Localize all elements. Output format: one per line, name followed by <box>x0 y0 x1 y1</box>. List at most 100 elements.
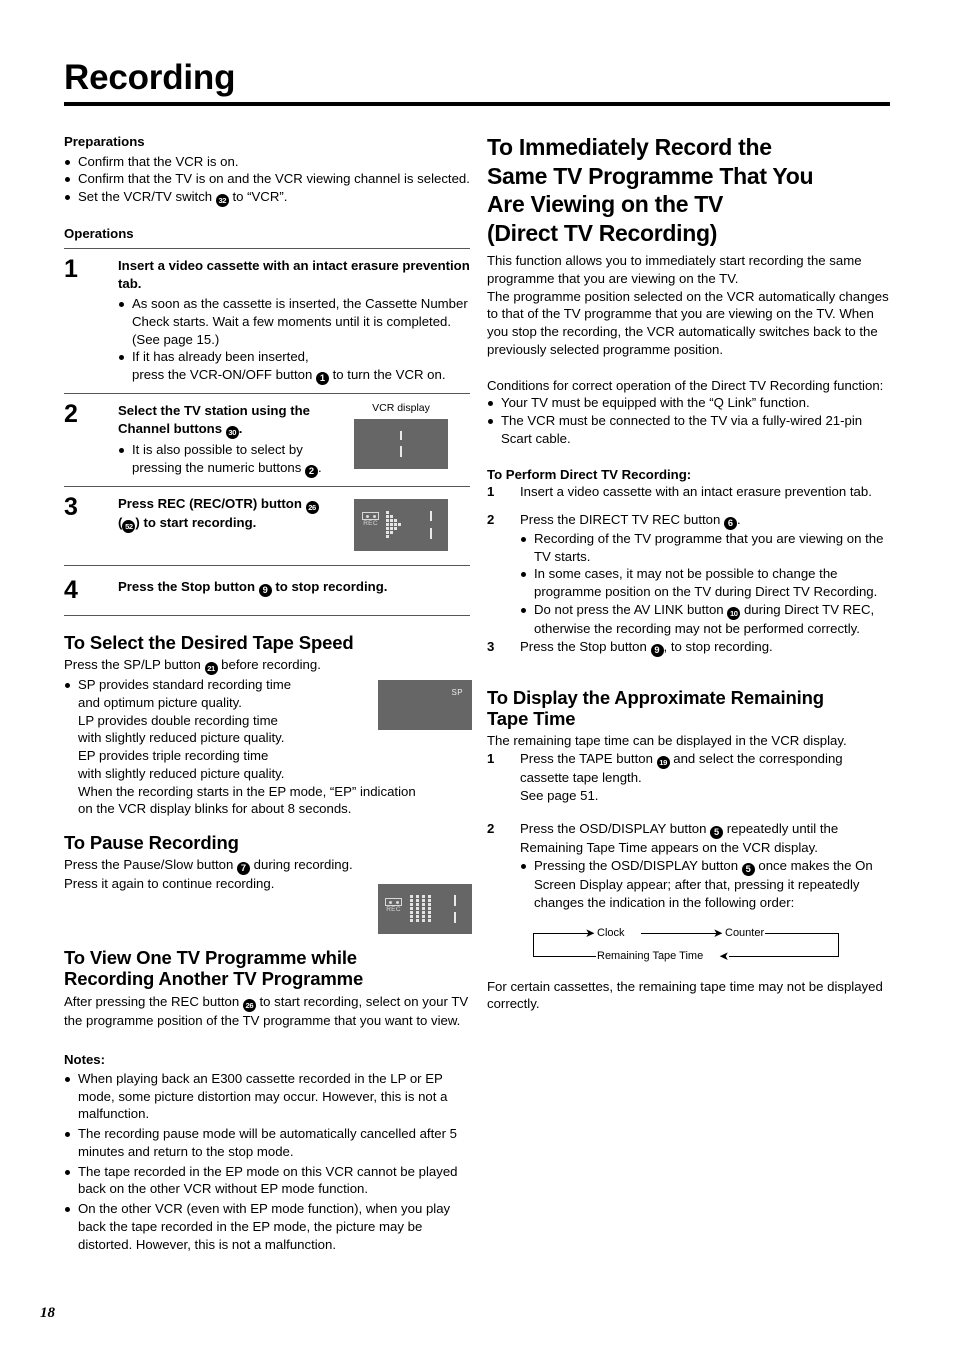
list-item: Set the VCR/TV switch 32 to “VCR”. <box>64 188 470 208</box>
step-number: 1 <box>487 484 495 500</box>
direct-tv-heading: To Immediately Record the Same TV Progra… <box>487 134 814 246</box>
view-one-heading: To View One TV Programme while Recording… <box>64 947 364 990</box>
step-number: 3 <box>64 493 78 521</box>
step-2: 2 Select the TV station using the Channe… <box>64 394 470 486</box>
list-item: If it has already been inserted, press th… <box>118 348 470 386</box>
step-number: 1 <box>487 750 495 766</box>
step-number: 2 <box>487 821 495 837</box>
button-ref-21: 21 <box>204 662 218 676</box>
notes-list: When playing back an E300 cassette recor… <box>64 1070 470 1254</box>
diagram-top-mid-line <box>641 932 719 935</box>
diagram-label-clock: Clock <box>596 926 626 939</box>
diagram-top-right-line <box>761 932 839 935</box>
step-content: Press REC (REC/OTR) button 26(52) to sta… <box>118 495 348 533</box>
arrow-to-remaining-icon: ➤ <box>719 948 730 963</box>
list-item: In some cases, it may not be possible to… <box>520 565 890 601</box>
step-content: Press the Stop button 9 to stop recordin… <box>118 578 470 597</box>
vcr-display-panel <box>354 418 448 469</box>
step-text: Press the OSD/DISPLAY button 5 repeatedl… <box>520 821 839 856</box>
list-item: On the other VCR (even with EP mode func… <box>64 1200 470 1253</box>
step-bullets: It is also possible to select by pressin… <box>118 441 348 478</box>
remaining-time-footer: For certain cassettes, the remaining tap… <box>487 978 883 1012</box>
step-2-bullets: Recording of the TV programme that you a… <box>487 530 890 638</box>
step-heading: Insert a video cassette with an intact e… <box>118 257 470 291</box>
arrow-to-counter-icon: ➤ <box>713 925 724 940</box>
step-number: 2 <box>64 400 78 429</box>
step-heading: Press the Stop button 9 to stop recordin… <box>118 579 388 597</box>
pause-recording-section: To Pause Recording Press the Pause/Slow … <box>64 832 472 935</box>
step-heading: Press REC (REC/OTR) button 26(52) to sta… <box>118 495 348 533</box>
step-text: Press the Stop button 9, to stop recordi… <box>520 638 773 657</box>
conditions-list: Your TV must be equipped with the “Q Lin… <box>487 394 890 447</box>
vcr-display-panel: REC <box>354 499 448 551</box>
display-colon-top <box>400 430 402 440</box>
page-title: Recording <box>64 58 236 97</box>
button-ref-30: 30 <box>225 426 239 440</box>
list-item: The recording pause mode will be automat… <box>64 1125 470 1161</box>
button-ref-5: 5 <box>710 826 724 840</box>
direct-tv-intro-p2: The programme position selected on the V… <box>487 288 889 357</box>
remaining-time-intro: The remaining tape time can be displayed… <box>487 733 847 749</box>
left-column: Preparations Confirm that the VCR is on.… <box>64 133 472 1253</box>
step-number: 3 <box>487 638 495 654</box>
button-ref-26: 26 <box>242 998 256 1012</box>
page-header: Recording <box>64 60 890 106</box>
diagram-right-edge <box>838 932 840 957</box>
preparations-heading: Preparations <box>64 134 145 149</box>
step-content: Insert a video cassette with an intact e… <box>118 257 470 386</box>
list-item: When playing back an E300 cassette recor… <box>64 1070 470 1123</box>
cassette-rec-icon: REC <box>362 512 379 528</box>
diagram-label-remaining-tape-time: Remaining Tape Time <box>596 949 705 962</box>
numbered-step-3: 3 Press the Stop button 9, to stop recor… <box>487 638 890 657</box>
step-text: Insert a video cassette with an intact e… <box>520 484 872 500</box>
vcr-display-step2: VCR display <box>354 402 448 469</box>
step-1: 1 Insert a video cassette with an intact… <box>64 249 470 393</box>
tape-speed-heading: To Select the Desired Tape Speed <box>64 631 354 653</box>
list-item: The tape recorded in the EP mode on this… <box>64 1163 470 1199</box>
list-item: Pressing the OSD/DISPLAY button 5 once m… <box>520 857 890 912</box>
button-ref-9: 9 <box>258 584 272 597</box>
button-ref-6: 6 <box>724 516 737 530</box>
diagram-top-left-line <box>533 932 591 935</box>
list-item: Confirm that the TV is on and the VCR vi… <box>64 170 470 188</box>
button-ref-19: 19 <box>656 755 670 769</box>
button-ref-2: 2 <box>305 465 318 478</box>
step-text: Press the DIRECT TV REC button 6. <box>520 511 741 530</box>
notes-heading: Notes: <box>64 1052 106 1068</box>
display-colon-bottom <box>400 445 402 457</box>
tape-speed-bullets: SP provides standard recording time and … <box>64 676 470 818</box>
list-item: SP provides standard recording time and … <box>64 676 470 818</box>
cassette-rec-icon: REC <box>385 898 402 914</box>
page-number: 18 <box>40 1305 55 1321</box>
list-item: Recording of the TV programme that you a… <box>520 530 890 566</box>
step-bullets: As soon as the cassette is inserted, the… <box>118 295 470 386</box>
title-divider <box>64 102 890 106</box>
display-colon-bottom <box>454 912 456 924</box>
remaining-step-2-bullets: Pressing the OSD/DISPLAY button 5 once m… <box>487 857 890 912</box>
vcr-display-panel: REC <box>378 884 472 935</box>
arrow-to-clock-icon: ➤ <box>585 925 596 940</box>
list-item: Do not press the AV LINK button 10 durin… <box>520 601 890 638</box>
view-one-body: After pressing the REC button 26 to star… <box>64 993 469 1028</box>
pause-recording-line1: Press the Pause/Slow button 7 during rec… <box>64 857 353 876</box>
remaining-step-1: 1 Press the TAPE button 19 and select th… <box>487 750 890 805</box>
step-text: Press the TAPE button 19 and select the … <box>520 750 843 803</box>
step-3: 3 Press REC (REC/OTR) button 26(52) to s… <box>64 487 470 565</box>
display-colon-top <box>454 895 456 907</box>
notes-section: Notes: When playing back an E300 cassett… <box>64 1051 470 1253</box>
remaining-time-section: To Display the Approximate Remaining Tap… <box>487 687 890 1014</box>
tape-speed-section: To Select the Desired Tape Speed Press t… <box>64 631 472 818</box>
diagram-label-counter: Counter <box>724 926 766 939</box>
numbered-step-2: 2 Press the DIRECT TV REC button 6. <box>487 511 890 530</box>
list-item: It is also possible to select by pressin… <box>118 441 348 478</box>
list-item: Confirm that the VCR is on. <box>64 153 470 171</box>
tape-speed-intro: Press the SP/LP button 21 before recordi… <box>64 657 321 676</box>
remaining-step-2: 2 Press the OSD/DISPLAY button 5 repeate… <box>487 820 890 857</box>
operations-heading: Operations <box>64 226 134 242</box>
button-ref-32: 32 <box>215 194 229 208</box>
button-ref-9: 9 <box>650 643 664 657</box>
vcr-display-pause: REC <box>378 884 472 935</box>
vcr-display-caption: VCR display <box>372 402 430 415</box>
diagram-bottom-right-line <box>729 955 839 958</box>
display-colon-top <box>430 511 432 521</box>
